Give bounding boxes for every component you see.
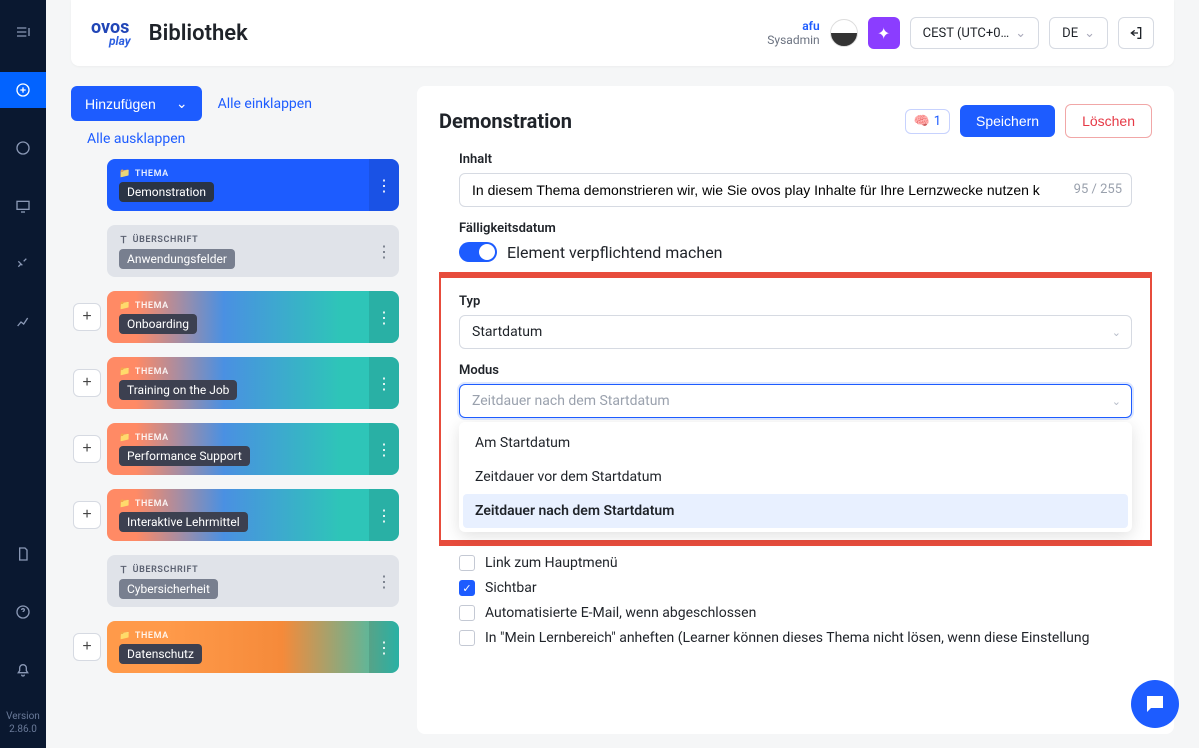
text-icon: Ｔ [119,233,129,246]
tree-add-button[interactable]: + [73,303,101,331]
nav-item-chat[interactable] [0,130,46,166]
folder-icon: 📁 [119,367,131,377]
mandatory-text: Element verpflichtend machen [507,243,723,262]
save-button[interactable]: Speichern [960,105,1055,137]
nav-item-notify[interactable] [0,652,46,688]
mode-option[interactable]: Am Startdatum [463,426,1128,460]
tree-item-cyber[interactable]: ＴÜBERSCHRIFTCybersicherheit ⋮ [107,555,399,607]
nav-item-present[interactable] [0,188,46,224]
user-block[interactable]: afu Sysadmin [767,19,819,47]
logout-button[interactable] [1118,17,1154,49]
edit-panel: Demonstration 🧠1 Speichern Löschen Inhal… [417,86,1174,734]
app-header: ovosplay Bibliothek afu Sysadmin ✦ CEST … [71,0,1174,66]
nav-item-analytics[interactable] [0,304,46,340]
tree-item-menu[interactable]: ⋮ [369,225,399,277]
folder-icon: 📁 [119,499,131,509]
char-counter: 95 / 255 [1074,182,1122,197]
version-label: Version2.86.0 [6,710,40,748]
tree-item-menu[interactable]: ⋮ [369,489,399,541]
panel-title: Demonstration [439,109,895,133]
mode-dropdown: Am Startdatum Zeitdauer vor dem Startdat… [459,422,1132,532]
type-label: Typ [459,294,1132,309]
collapse-all-link[interactable]: Alle einklappen [218,96,312,112]
language-select[interactable]: DE ⌄ [1049,17,1108,49]
pin-label: In "Mein Lernbereich" anheften (Learner … [485,630,1089,646]
intercom-launcher[interactable] [1131,680,1179,728]
mode-label: Modus [459,363,1132,378]
tree-item-menu[interactable]: ⋮ [369,357,399,409]
nav-item-settings[interactable] [0,246,46,282]
menu-link-checkbox[interactable] [459,555,475,571]
menu-link-label: Link zum Hauptmenü [485,555,618,571]
folder-icon: 📁 [119,433,131,443]
mode-option[interactable]: Zeitdauer nach dem Startdatum [463,494,1128,528]
folder-icon: 📁 [119,631,131,641]
visible-label: Sichtbar [485,580,537,596]
tree-item-training[interactable]: 📁THEMATraining on the Job ⋮ [107,357,399,409]
tree-add-button[interactable]: + [73,435,101,463]
nav-item-help[interactable] [0,594,46,630]
tree-item-demonstration[interactable]: 📁THEMADemonstration ⋮ [107,159,399,211]
highlighted-region: Typ Startdatum⌄ Modus Zeitdauer nach dem… [439,272,1152,546]
nav-item-add[interactable] [0,72,46,108]
tree-add-button[interactable]: + [73,501,101,529]
chevron-down-icon: ⌄ [1112,395,1121,408]
visible-checkbox[interactable]: ✓ [459,580,475,596]
add-button[interactable]: Hinzufügen [71,86,202,121]
tree-item-interaktive[interactable]: 📁THEMAInteraktive Lehrmittel ⋮ [107,489,399,541]
pin-checkbox[interactable] [459,630,475,646]
tree-item-anwendungsfelder[interactable]: ＴÜBERSCHRIFTAnwendungsfelder ⋮ [107,225,399,277]
chevron-down-icon [176,95,188,112]
nav-item-menu[interactable] [0,14,46,50]
tree-item-menu[interactable]: ⋮ [369,291,399,343]
tree-column: Hinzufügen Alle einklappen Alle ausklapp… [71,86,399,734]
folder-icon: 📁 [119,301,131,311]
text-icon: Ｔ [119,563,129,576]
avatar[interactable] [830,19,858,47]
tree-item-menu[interactable]: ⋮ [369,159,399,211]
tree-item-menu[interactable]: ⋮ [369,423,399,475]
mode-select[interactable]: Zeitdauer nach dem Startdatum⌄ [459,384,1132,418]
tree-item-onboarding[interactable]: 📁THEMAOnboarding ⋮ [107,291,399,343]
auto-email-label: Automatisierte E-Mail, wenn abgeschlosse… [485,605,756,621]
tree-add-button[interactable]: + [73,633,101,661]
type-select[interactable]: Startdatum⌄ [459,315,1132,349]
content-label: Inhalt [459,152,1132,167]
page-title: Bibliothek [149,21,248,46]
brain-icon: 🧠 [914,114,930,129]
ai-button[interactable]: ✦ [868,17,900,49]
timezone-select[interactable]: CEST (UTC+0… ⌄ [910,17,1040,49]
nav-item-doc[interactable] [0,536,46,572]
expand-all-link[interactable]: Alle ausklappen [87,131,399,147]
brand-logo: ovosplay [91,20,131,47]
tree-add-button[interactable]: + [73,369,101,397]
folder-icon: 📁 [119,169,131,179]
mode-option[interactable]: Zeitdauer vor dem Startdatum [463,460,1128,494]
delete-button[interactable]: Löschen [1065,104,1152,138]
auto-email-checkbox[interactable] [459,605,475,621]
due-label: Fälligkeitsdatum [459,221,1132,236]
chevron-down-icon: ⌄ [1112,326,1121,339]
tree-item-menu[interactable]: ⋮ [369,621,399,673]
tree-item-menu[interactable]: ⋮ [369,555,399,607]
tree-item-performance[interactable]: 📁THEMAPerformance Support ⋮ [107,423,399,475]
tree-item-datenschutz[interactable]: 📁THEMADatenschutz ⋮ [107,621,399,673]
brain-counter-badge[interactable]: 🧠1 [905,109,951,134]
mandatory-toggle[interactable] [459,242,497,262]
nav-rail: Version2.86.0 [0,0,46,748]
content-input[interactable] [459,173,1132,207]
